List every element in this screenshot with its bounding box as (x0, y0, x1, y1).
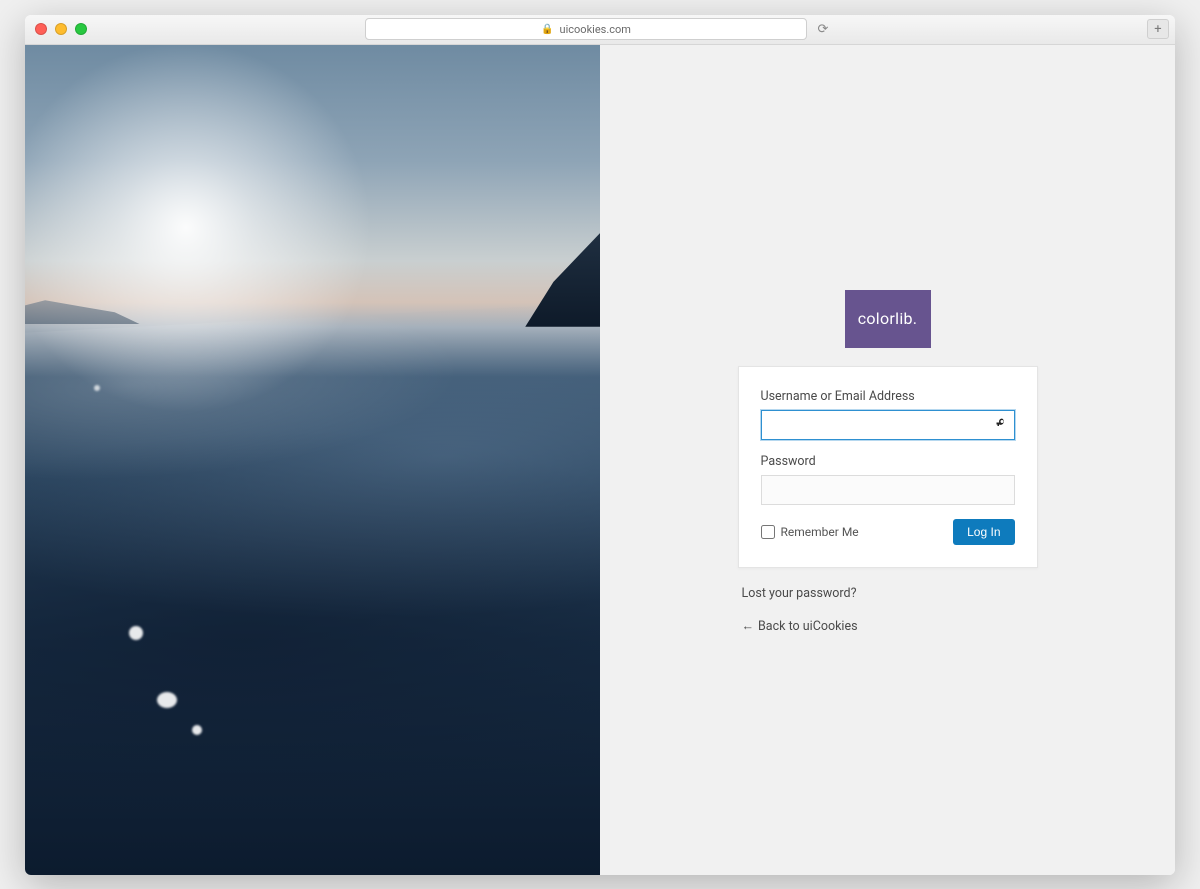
login-form: Username or Email Address Password Remem… (738, 366, 1038, 568)
form-footer-row: Remember Me Log In (761, 519, 1015, 545)
remember-me[interactable]: Remember Me (761, 525, 859, 539)
brand-logo[interactable]: colorlib. (845, 290, 931, 348)
back-to-site-text: Back to uiCookies (758, 619, 858, 634)
password-label: Password (761, 454, 1015, 469)
browser-window: 🔒 uicookies.com ⟳ + colorlib. Username o… (25, 15, 1175, 875)
username-input[interactable] (761, 410, 1015, 440)
secondary-links: Lost your password? ←Back to uiCookies (738, 586, 1038, 652)
hero-image-detail (525, 227, 600, 327)
hero-image-detail (129, 626, 143, 640)
page-content: colorlib. Username or Email Address Pass… (25, 45, 1175, 875)
minimize-window-button[interactable] (55, 23, 67, 35)
brand-logo-text: colorlib. (858, 309, 918, 328)
hero-image-detail (192, 725, 202, 735)
back-to-site-link[interactable]: ←Back to uiCookies (742, 619, 1034, 634)
back-arrow-icon: ← (742, 619, 755, 634)
lost-password-link[interactable]: Lost your password? (742, 586, 1034, 601)
hero-image-detail (157, 692, 177, 708)
hero-image (25, 45, 600, 875)
zoom-window-button[interactable] (75, 23, 87, 35)
remember-me-checkbox[interactable] (761, 525, 775, 539)
titlebar: 🔒 uicookies.com ⟳ + (25, 15, 1175, 45)
lock-icon: 🔒 (541, 24, 553, 35)
reload-button[interactable]: ⟳ (811, 18, 835, 40)
hero-image-detail (25, 298, 140, 325)
address-url: uicookies.com (560, 23, 631, 36)
login-panel: colorlib. Username or Email Address Pass… (600, 45, 1175, 875)
login-button[interactable]: Log In (953, 519, 1014, 545)
username-label: Username or Email Address (761, 389, 1015, 404)
address-bar-container: 🔒 uicookies.com ⟳ (365, 18, 835, 40)
password-field-wrap (761, 475, 1015, 505)
remember-me-label: Remember Me (781, 525, 859, 539)
new-tab-button[interactable]: + (1147, 19, 1169, 39)
address-bar[interactable]: 🔒 uicookies.com (365, 18, 807, 40)
username-field-wrap (761, 410, 1015, 440)
close-window-button[interactable] (35, 23, 47, 35)
window-controls (35, 23, 87, 35)
password-input[interactable] (761, 475, 1015, 505)
hero-image-detail (94, 385, 100, 391)
